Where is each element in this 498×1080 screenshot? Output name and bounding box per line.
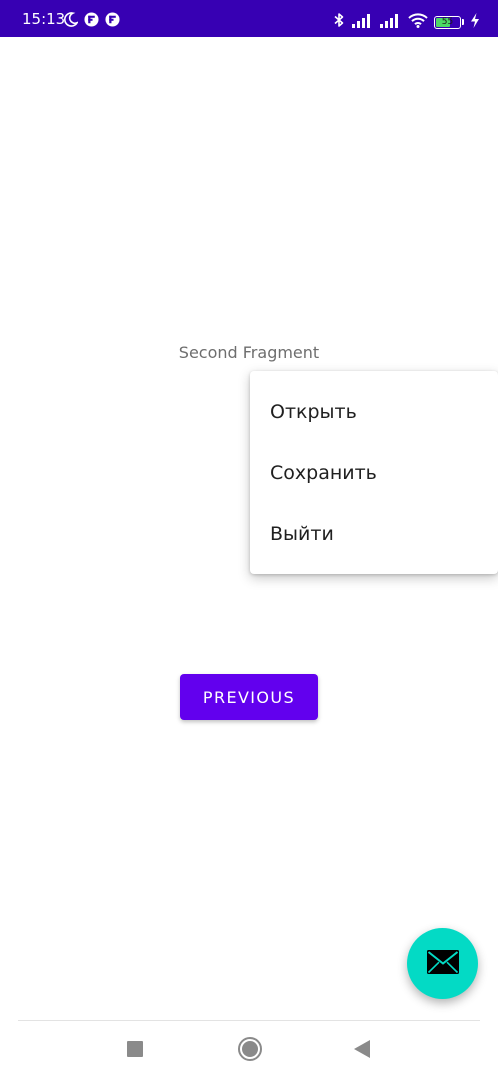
charging-icon bbox=[470, 12, 480, 32]
bluetooth-icon bbox=[332, 12, 346, 32]
flipboard-icon bbox=[84, 12, 99, 31]
recents-square-icon bbox=[127, 1041, 143, 1061]
options-popup-menu: Открыть Сохранить Выйти bbox=[250, 371, 498, 574]
nav-divider bbox=[18, 1020, 480, 1021]
battery-level: 55 bbox=[441, 16, 454, 27]
moon-icon bbox=[63, 12, 79, 31]
menu-item-exit[interactable]: Выйти bbox=[250, 503, 498, 564]
home-circle-icon bbox=[237, 1036, 263, 1066]
menu-item-save[interactable]: Сохранить bbox=[250, 442, 498, 503]
signal-icon bbox=[380, 13, 402, 32]
email-fab-button[interactable] bbox=[407, 928, 478, 999]
status-time: 15:13 bbox=[22, 10, 66, 28]
home-button[interactable] bbox=[233, 1034, 267, 1068]
status-right-icons: 55 bbox=[332, 12, 480, 32]
flipboard-icon bbox=[105, 12, 120, 31]
battery-cap bbox=[462, 19, 464, 25]
recents-button[interactable] bbox=[120, 1036, 150, 1066]
envelope-icon bbox=[426, 949, 459, 978]
fragment-label: Second Fragment bbox=[178, 343, 320, 362]
status-bar: 15:13 55 bbox=[0, 0, 498, 37]
previous-button[interactable]: PREVIOUS bbox=[180, 674, 318, 720]
status-left-icons bbox=[63, 12, 120, 31]
wifi-icon bbox=[408, 12, 428, 32]
battery-icon: 55 bbox=[434, 15, 461, 29]
menu-item-open[interactable]: Открыть bbox=[250, 381, 498, 442]
back-triangle-icon bbox=[354, 1040, 370, 1062]
signal-icon bbox=[352, 13, 374, 32]
back-button[interactable] bbox=[347, 1036, 377, 1066]
